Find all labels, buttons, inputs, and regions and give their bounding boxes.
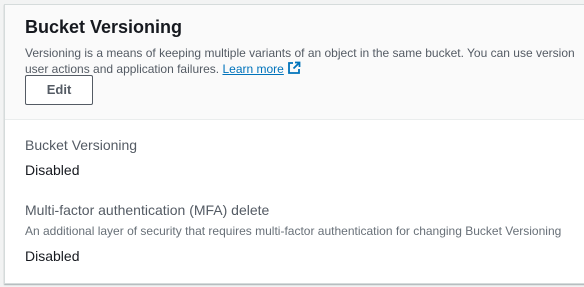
mfa-delete-label: Multi-factor authentication (MFA) delete xyxy=(25,202,270,218)
versioning-value: Disabled xyxy=(25,162,80,178)
external-link-icon[interactable] xyxy=(287,61,301,79)
description-line-2-text: user actions and application failures. xyxy=(25,62,220,76)
panel-header: Bucket Versioning Versioning is a means … xyxy=(5,5,584,120)
section-title: Bucket Versioning xyxy=(25,17,183,37)
description-line-1: Versioning is a means of keeping multipl… xyxy=(25,46,575,60)
learn-more-label[interactable]: Learn more xyxy=(222,62,283,76)
learn-more-link[interactable]: Learn more xyxy=(222,61,301,79)
edit-button[interactable]: Edit xyxy=(25,75,93,105)
bucket-versioning-panel: Bucket Versioning Versioning is a means … xyxy=(4,4,584,284)
versioning-label: Bucket Versioning xyxy=(25,137,138,153)
section-description: Versioning is a means of keeping multipl… xyxy=(25,45,584,79)
mfa-delete-description: An additional layer of security that req… xyxy=(25,224,562,238)
description-line-2: user actions and application failures. L… xyxy=(25,61,584,79)
mfa-delete-value: Disabled xyxy=(25,248,80,264)
